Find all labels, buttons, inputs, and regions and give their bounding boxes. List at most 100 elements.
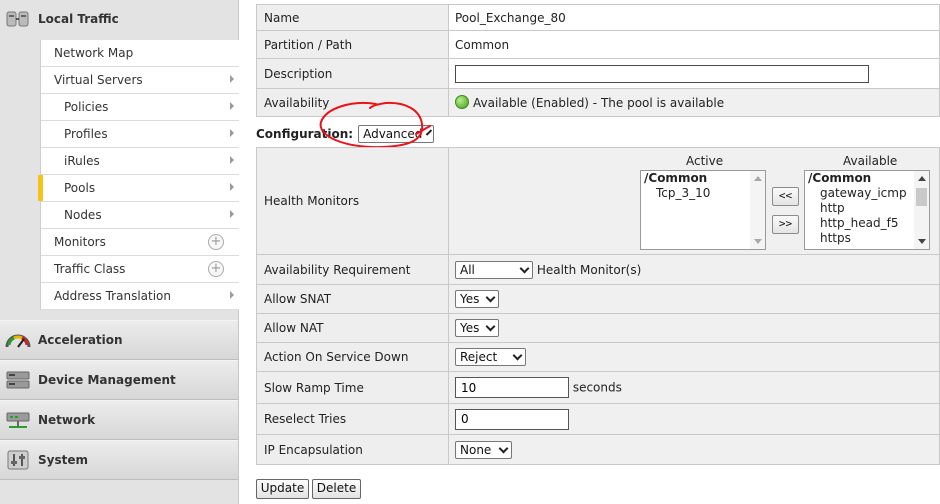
availability-requirement-value: All bbox=[460, 262, 475, 277]
subnav-network-map[interactable]: Network Map bbox=[41, 40, 239, 67]
row-slow-ramp-time: Slow Ramp Time seconds bbox=[256, 371, 940, 404]
partition-value: Common bbox=[448, 30, 940, 59]
row-health-monitors: Health Monitors Active Available /Common… bbox=[256, 147, 940, 255]
active-monitor-item[interactable]: Tcp_3_10 bbox=[641, 186, 765, 201]
subnav-nodes[interactable]: Nodes bbox=[41, 202, 239, 229]
available-monitor-item[interactable]: gateway_icmp bbox=[805, 186, 929, 201]
subnav-label: Address Translation bbox=[54, 289, 171, 303]
scroll-thumb[interactable] bbox=[916, 188, 927, 206]
ip-encap-label: IP Encapsulation bbox=[256, 434, 449, 465]
nav-acceleration[interactable]: Acceleration bbox=[0, 320, 238, 360]
availability-requirement-label: Availability Requirement bbox=[256, 254, 449, 285]
subnav-traffic-class[interactable]: Traffic Class + bbox=[41, 256, 239, 283]
chevron-down-icon bbox=[485, 321, 496, 332]
name-value: Pool_Exchange_80 bbox=[448, 4, 940, 31]
subnav-virtual-servers[interactable]: Virtual Servers bbox=[41, 67, 239, 94]
subnav-profiles[interactable]: Profiles bbox=[41, 121, 239, 148]
allow-nat-label: Allow NAT bbox=[256, 313, 449, 343]
chevron-right-icon bbox=[230, 291, 234, 299]
availability-value: Available (Enabled) - The pool is availa… bbox=[473, 96, 725, 110]
nav-network-label: Network bbox=[38, 413, 96, 427]
slow-ramp-label: Slow Ramp Time bbox=[256, 371, 449, 404]
health-monitors-label: Health Monitors bbox=[256, 147, 449, 255]
subnav-label: iRules bbox=[64, 154, 100, 168]
availability-requirement-select[interactable]: All bbox=[455, 260, 533, 279]
action-down-select[interactable]: Reject bbox=[455, 348, 526, 366]
subnav-pools[interactable]: Pools bbox=[38, 175, 239, 202]
ip-encap-value: None bbox=[460, 442, 492, 457]
active-list-scrollbar[interactable] bbox=[750, 171, 765, 249]
description-label: Description bbox=[256, 58, 449, 89]
nav-local-traffic-label: Local Traffic bbox=[38, 12, 119, 26]
sidebar: Local Traffic Network Map Virtual Server… bbox=[0, 0, 239, 504]
chevron-down-icon bbox=[519, 263, 530, 273]
chevron-right-icon bbox=[230, 75, 234, 83]
subnav-policies[interactable]: Policies bbox=[41, 94, 239, 121]
local-traffic-icon bbox=[5, 8, 31, 30]
local-traffic-subnav: Network Map Virtual Servers Policies Pro… bbox=[38, 40, 239, 310]
active-monitors-list[interactable]: /Common Tcp_3_10 bbox=[640, 170, 766, 250]
chevron-down-icon bbox=[512, 350, 523, 361]
subnav-label: Virtual Servers bbox=[54, 73, 143, 87]
available-monitors-list[interactable]: /Common gateway_icmp http http_head_f5 h… bbox=[804, 170, 930, 250]
subnav-label: Network Map bbox=[54, 46, 134, 60]
add-icon[interactable]: + bbox=[208, 234, 224, 250]
move-right-button[interactable]: >> bbox=[772, 215, 799, 234]
update-button[interactable]: Update bbox=[256, 479, 309, 499]
row-description: Description bbox=[256, 58, 940, 89]
active-header: Active bbox=[686, 154, 724, 168]
nav-local-traffic[interactable]: Local Traffic bbox=[0, 0, 238, 38]
description-input[interactable] bbox=[455, 64, 869, 83]
delete-button[interactable]: Delete bbox=[312, 479, 361, 499]
subnav-label: Monitors bbox=[54, 235, 106, 249]
available-monitor-item[interactable]: https bbox=[805, 231, 929, 246]
subnav-label: Policies bbox=[64, 100, 109, 114]
subnav-label: Pools bbox=[64, 181, 96, 195]
row-action-on-service-down: Action On Service Down Reject bbox=[256, 342, 940, 372]
allow-snat-select[interactable]: Yes bbox=[455, 290, 499, 308]
scroll-up-icon bbox=[918, 176, 926, 181]
slow-ramp-input[interactable] bbox=[455, 377, 569, 398]
nav-network[interactable]: Network bbox=[0, 400, 238, 440]
chevron-right-icon bbox=[230, 156, 234, 164]
chevron-right-icon bbox=[230, 102, 234, 110]
available-list-scrollbar[interactable] bbox=[914, 171, 929, 249]
network-icon bbox=[5, 409, 31, 431]
subnav-address-translation[interactable]: Address Translation bbox=[41, 283, 239, 310]
nav-system-label: System bbox=[38, 453, 88, 467]
status-available-icon bbox=[455, 95, 469, 109]
subnav-irules[interactable]: iRules bbox=[41, 148, 239, 175]
row-reselect-tries: Reselect Tries bbox=[256, 403, 940, 435]
name-label: Name bbox=[256, 4, 449, 31]
available-header: Available bbox=[843, 154, 898, 168]
reselect-input[interactable] bbox=[455, 408, 569, 430]
nav-device-management[interactable]: Device Management bbox=[0, 360, 238, 400]
add-icon[interactable]: + bbox=[208, 261, 224, 277]
available-monitor-item[interactable]: http_head_f5 bbox=[805, 216, 929, 231]
subnav-monitors[interactable]: Monitors + bbox=[41, 229, 239, 256]
move-left-button[interactable]: << bbox=[772, 187, 799, 206]
available-monitor-item[interactable]: http bbox=[805, 201, 929, 216]
allow-nat-select[interactable]: Yes bbox=[455, 319, 499, 337]
allow-snat-label: Allow SNAT bbox=[256, 284, 449, 314]
chevron-down-icon bbox=[485, 292, 496, 303]
row-name: Name Pool_Exchange_80 bbox=[256, 4, 940, 31]
allow-nat-value: Yes bbox=[460, 321, 480, 335]
row-allow-nat: Allow NAT Yes bbox=[256, 313, 940, 343]
active-partition: /Common bbox=[644, 171, 708, 185]
health-monitors-cell: Active Available /Common Tcp_3_10 << >> … bbox=[448, 147, 940, 255]
partition-label: Partition / Path bbox=[256, 30, 449, 59]
speedometer-icon bbox=[5, 329, 31, 351]
ip-encap-select[interactable]: None bbox=[455, 440, 512, 459]
row-partition: Partition / Path Common bbox=[256, 30, 940, 59]
row-availability-requirement: Availability Requirement All Health Moni… bbox=[256, 254, 940, 285]
chevron-right-icon bbox=[230, 129, 234, 137]
system-icon bbox=[5, 449, 31, 471]
subnav-label: Nodes bbox=[64, 208, 102, 222]
nav-acceleration-label: Acceleration bbox=[38, 333, 123, 347]
nav-system[interactable]: System bbox=[0, 440, 238, 480]
nav-device-management-label: Device Management bbox=[38, 373, 176, 387]
chevron-down-icon bbox=[498, 443, 509, 453]
configuration-table: Health Monitors Active Available /Common… bbox=[256, 147, 940, 465]
scroll-down-icon bbox=[918, 239, 926, 244]
